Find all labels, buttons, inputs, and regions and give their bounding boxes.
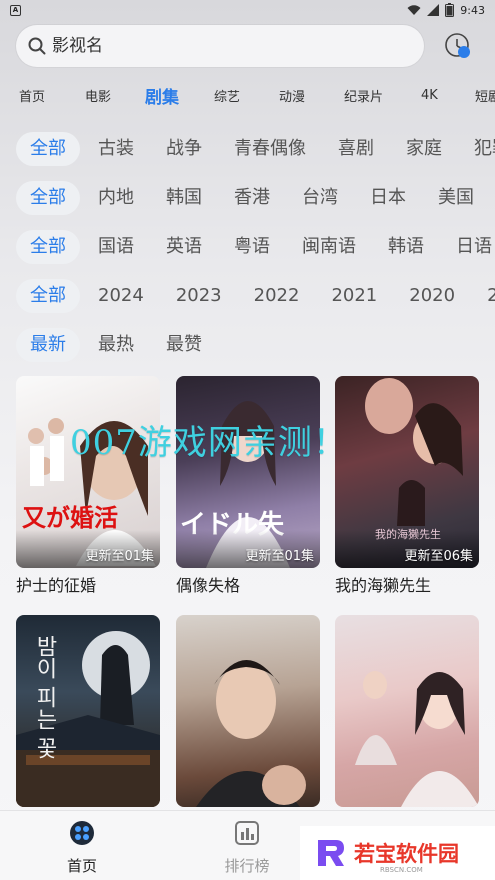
logo-mark-icon	[318, 840, 344, 866]
filter-chip[interactable]: 2023	[162, 279, 236, 313]
filter-language-row: 全部 国语 英语 粤语 闽南语 韩语 日语	[16, 229, 495, 265]
sort-chip[interactable]: 最新	[16, 328, 80, 362]
ranking-chart-icon	[235, 821, 259, 845]
card-title: 偶像失格	[176, 576, 241, 595]
poster-title-art: 밤이 피는 꽃	[32, 635, 57, 759]
poster-title-art: 又が婚活	[22, 504, 118, 532]
tab-home[interactable]: 首页	[19, 86, 45, 105]
history-icon[interactable]	[444, 32, 472, 60]
filter-chip[interactable]: 2021	[317, 279, 391, 313]
filter-chip[interactable]: 国语	[84, 230, 148, 264]
video-card[interactable]: 又が婚活 更新至01集 护士的征婚	[16, 376, 160, 596]
filter-chip[interactable]: 粤语	[220, 230, 284, 264]
search-icon	[28, 37, 46, 55]
filter-chip[interactable]: 战争	[152, 132, 216, 166]
logo-sub: RBSCN.COM	[380, 866, 423, 874]
poster-image: 我的海獭先生 更新至06集	[335, 376, 479, 568]
filter-chip[interactable]: 青春偶像	[220, 132, 320, 166]
filter-chip[interactable]: 古装	[84, 132, 148, 166]
wifi-icon	[407, 4, 421, 15]
filter-chip[interactable]: 家庭	[392, 132, 456, 166]
filter-chip[interactable]: 喜剧	[324, 132, 388, 166]
filter-chip[interactable]: 2009	[473, 279, 495, 313]
poster-art	[355, 671, 479, 807]
video-card[interactable]	[335, 615, 479, 811]
episode-badge: 更新至01集	[245, 549, 314, 564]
poster-image	[176, 615, 320, 807]
video-card[interactable]: イドル失 更新至01集 偶像失格	[176, 376, 320, 596]
filter-chip[interactable]: 2022	[240, 279, 314, 313]
category-tabs: 首页 电影 剧集 综艺 动漫 纪录片 4K 短剧	[0, 82, 495, 108]
episode-badge: 更新至01集	[85, 549, 154, 564]
sort-chip[interactable]: 最热	[84, 328, 148, 362]
filter-sort-row: 最新 最热 最赞	[16, 327, 495, 363]
tab-variety[interactable]: 综艺	[214, 86, 240, 105]
filter-region-row: 全部 内地 韩国 香港 台湾 日本 美国 泰国	[16, 180, 495, 216]
episode-badge: 更新至06集	[404, 549, 473, 564]
tab-documentary[interactable]: 纪录片	[344, 86, 383, 105]
poster-art	[196, 660, 306, 807]
watermark-text: 007游戏网亲测！	[70, 423, 348, 463]
card-title: 我的海獭先生	[335, 576, 432, 595]
signal-icon	[427, 4, 440, 16]
home-film-icon	[70, 821, 94, 845]
search-bar[interactable]	[16, 25, 424, 67]
search-input[interactable]	[52, 36, 392, 56]
filter-chip[interactable]: 香港	[220, 181, 284, 215]
poster-image: 又が婚活 更新至01集	[16, 376, 160, 568]
filter-chip[interactable]: 日语	[442, 230, 495, 264]
status-bar: A 9:43	[0, 0, 495, 20]
filter-chip[interactable]: 全部	[16, 132, 80, 166]
filter-chip[interactable]: 日本	[356, 181, 420, 215]
card-title: 护士的征婚	[16, 576, 97, 595]
filter-type-row: 全部 古装 战争 青春偶像 喜剧 家庭 犯罪	[16, 131, 495, 167]
filter-chip[interactable]: 韩国	[152, 181, 216, 215]
logo-text: 若宝软件园	[354, 842, 459, 866]
nav-home[interactable]: 首页	[37, 819, 127, 876]
tab-anime[interactable]: 动漫	[279, 86, 305, 105]
filter-chip[interactable]: 台湾	[288, 181, 352, 215]
video-card[interactable]	[176, 615, 320, 811]
video-card[interactable]: 我的海獭先生 更新至06集 我的海獭先生	[335, 376, 479, 596]
filter-chip[interactable]: 全部	[16, 230, 80, 264]
notification-icon: A	[10, 4, 21, 16]
filter-chip[interactable]: 2020	[395, 279, 469, 313]
nav-label: 首页	[66, 857, 97, 875]
filter-chip[interactable]: 犯罪	[460, 132, 495, 166]
nav-label: 排行榜	[224, 857, 270, 875]
poster-image	[335, 615, 479, 807]
filter-year-row: 全部 2024 2023 2022 2021 2020 2009	[16, 278, 495, 314]
video-card[interactable]: 밤이 피는 꽃	[16, 615, 160, 811]
filter-chip[interactable]: 全部	[16, 181, 80, 215]
sort-chip[interactable]: 最赞	[152, 328, 216, 362]
battery-icon	[445, 3, 455, 17]
search-row	[16, 25, 486, 67]
poster-image: イドル失 更新至01集	[176, 376, 320, 568]
filter-chip[interactable]: 美国	[424, 181, 488, 215]
filter-chip[interactable]: 英语	[152, 230, 216, 264]
poster-image: 밤이 피는 꽃	[16, 615, 160, 807]
filter-chip[interactable]: 闽南语	[288, 230, 370, 264]
filter-chip[interactable]: 内地	[84, 181, 148, 215]
filter-chip[interactable]: 2024	[84, 279, 158, 313]
tab-short-drama[interactable]: 短剧	[475, 86, 495, 105]
status-time: 9:43	[460, 3, 485, 17]
filter-chip[interactable]: 全部	[16, 279, 80, 313]
filter-chip[interactable]: 韩语	[374, 230, 438, 264]
nav-ranking[interactable]: 排行榜	[202, 819, 292, 876]
site-logo: 若宝软件园 RBSCN.COM	[300, 826, 495, 880]
tab-series[interactable]: 剧集	[145, 83, 179, 108]
tab-4k[interactable]: 4K	[421, 88, 438, 103]
tab-movie[interactable]: 电影	[85, 86, 111, 105]
